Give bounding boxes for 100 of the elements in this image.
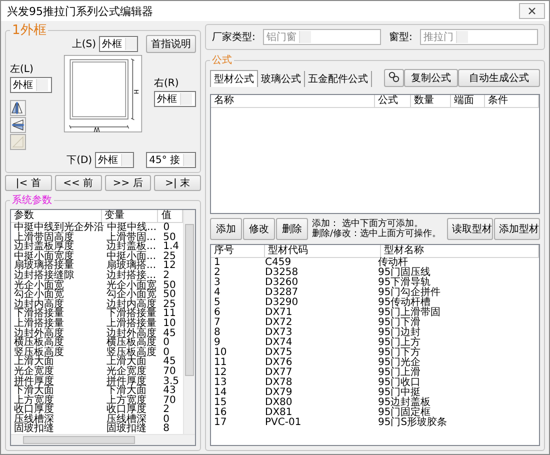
table-cell-text: 12 [213, 367, 227, 378]
table-cell-text: 6 [213, 307, 220, 318]
tab[interactable]: 五金配件公式 [305, 71, 372, 87]
bottom-select[interactable]: 外框 [95, 152, 134, 168]
table-cell-text: 传动杆 [377, 257, 408, 268]
scrollbar[interactable] [11, 434, 195, 445]
table-cell-text: 边封搭接缝隙 [13, 270, 74, 281]
table-cell-text: D3290 [264, 297, 298, 308]
table-cell-text: 50 [162, 280, 176, 291]
table-cell-text: 25 [162, 250, 176, 262]
triangle-icon [11, 135, 25, 149]
table-cell-text: 12 [162, 260, 176, 272]
tool-button[interactable] [10, 100, 26, 116]
tab[interactable]: 玻璃公式 [258, 71, 305, 87]
link-button[interactable] [384, 69, 404, 87]
table-cell-text: 95门边封 [377, 327, 421, 338]
nav-button[interactable]: << 前 [54, 175, 102, 191]
table-cell-text: 45 [162, 328, 176, 339]
table-cell-text: 2 [162, 404, 170, 416]
column-header[interactable]: 型材名称 [381, 245, 539, 257]
column-header[interactable]: 端面 [451, 95, 485, 107]
table-cell-text: 16 [213, 407, 227, 418]
table-cell-text: 7 [213, 317, 220, 328]
table-cell-text: DX81 [264, 407, 292, 418]
profile-button[interactable]: 添加型材 [494, 218, 540, 240]
left-select[interactable]: 外框 [10, 77, 52, 93]
close-button[interactable] [519, 3, 545, 19]
table-cell-text: DX77 [264, 367, 292, 378]
column-header[interactable]: 条件 [485, 95, 539, 107]
copy-formula-button[interactable]: 复制公式 [404, 69, 458, 87]
table-cell-text: DX79 [264, 387, 292, 398]
table-cell-text: 43 [162, 385, 176, 396]
table-cell-text: DX73 [264, 327, 292, 338]
top-select[interactable]: 外框 [99, 36, 138, 52]
table-cell-text: 95门勾企拼件 [377, 287, 441, 298]
table-cell-text: 95下滑导轨 [377, 277, 431, 288]
table-cell-text: 95门上滑带固 [377, 307, 441, 318]
table-cell-text: 95门下滑 [377, 317, 421, 328]
table-cell-text: 8 [162, 423, 170, 434]
table-cell-text: D3287 [264, 287, 298, 298]
table-cell-text: 95门收口 [377, 377, 421, 388]
filter-label: 窗型: [389, 30, 412, 44]
hint-text: 添加： 选中下面方可添加。 删除/修改：选中上面方可操作。 [312, 219, 442, 239]
table-cell-text: 11 [162, 308, 176, 320]
table-cell-text: 70 [162, 394, 176, 406]
table-cell-text: 13 [213, 377, 227, 388]
help-button[interactable]: 首指说明 [146, 35, 196, 53]
tab[interactable]: 型材公式 [210, 70, 258, 87]
action-button[interactable]: 添加 [210, 218, 242, 240]
table-cell-text: DX72 [264, 317, 292, 328]
column-header[interactable]: 名称 [211, 95, 375, 107]
table-cell-text: 光企宽度 [105, 366, 146, 377]
table-cell-text: 1.4 [162, 241, 180, 252]
action-button[interactable]: 修改 [243, 218, 275, 240]
table-cell-text: 4 [213, 287, 220, 298]
table-cell-text: 50 [162, 289, 176, 300]
column-header[interactable]: 参数 [11, 210, 102, 222]
table-cell-text: 固玻扣缝 [13, 423, 54, 434]
table-cell-text: 中挺中线... [107, 222, 157, 233]
table-cell-text: 3 [213, 277, 220, 288]
group-title: 1外框 [11, 24, 48, 37]
table-cell-text: PVC-01 [264, 417, 302, 428]
joint-select[interactable]: 45° 接 [146, 152, 196, 168]
nav-button[interactable]: >| 末 [154, 175, 201, 191]
table-cell-text: 95门下方 [377, 347, 421, 358]
table-cell-text: 8 [213, 327, 220, 338]
filter-label: 厂家类型: [212, 30, 256, 44]
table-cell-text: D3260 [264, 277, 298, 288]
action-button[interactable]: 删除 [276, 218, 308, 240]
table-cell-text: 光企宽度 [13, 366, 54, 377]
profile-button[interactable]: 读取型材 [447, 218, 493, 240]
table-cell-text: 95门上方 [377, 337, 421, 348]
table-cell-text: 0 [162, 414, 170, 425]
window-title: 兴发95推拉门系列公式编辑器 [7, 4, 153, 18]
column-header[interactable]: 型材代码 [265, 245, 381, 257]
table-cell-text: 17 [213, 417, 227, 428]
table-cell-text: 5 [213, 297, 220, 308]
table-cell-text: 2 [213, 267, 220, 278]
column-header[interactable]: 数量 [411, 95, 451, 107]
table-cell-text: 50 [162, 232, 176, 243]
table-cell-text: 拼件厚度 [105, 376, 146, 386]
table-cell-text: 95门光企 [377, 357, 421, 368]
right-select[interactable]: 外框 [154, 91, 196, 107]
group-title: 公式 [211, 54, 233, 67]
table-cell-text: 70 [162, 366, 176, 377]
tool-button[interactable] [10, 117, 26, 133]
scrollbar[interactable] [183, 210, 195, 434]
table-cell-text: 3.5 [162, 376, 180, 386]
left-label: 左(L) [10, 63, 34, 76]
table-cell-text: 1 [213, 257, 220, 268]
table-cell-text: 11 [213, 357, 227, 368]
nav-button[interactable]: >> 后 [104, 175, 152, 191]
table-cell-text: 上滑搭接量 [105, 318, 156, 329]
auto-generate-button[interactable]: 自动生成公式 [458, 69, 540, 87]
column-header[interactable]: 公式 [375, 95, 411, 107]
table-cell-text: 10 [162, 318, 176, 329]
nav-button[interactable]: |< 首 [5, 175, 52, 191]
close-icon [528, 7, 536, 15]
group-title: 系统参数 [11, 194, 53, 207]
table-cell-text: 95门中挺 [377, 387, 421, 398]
